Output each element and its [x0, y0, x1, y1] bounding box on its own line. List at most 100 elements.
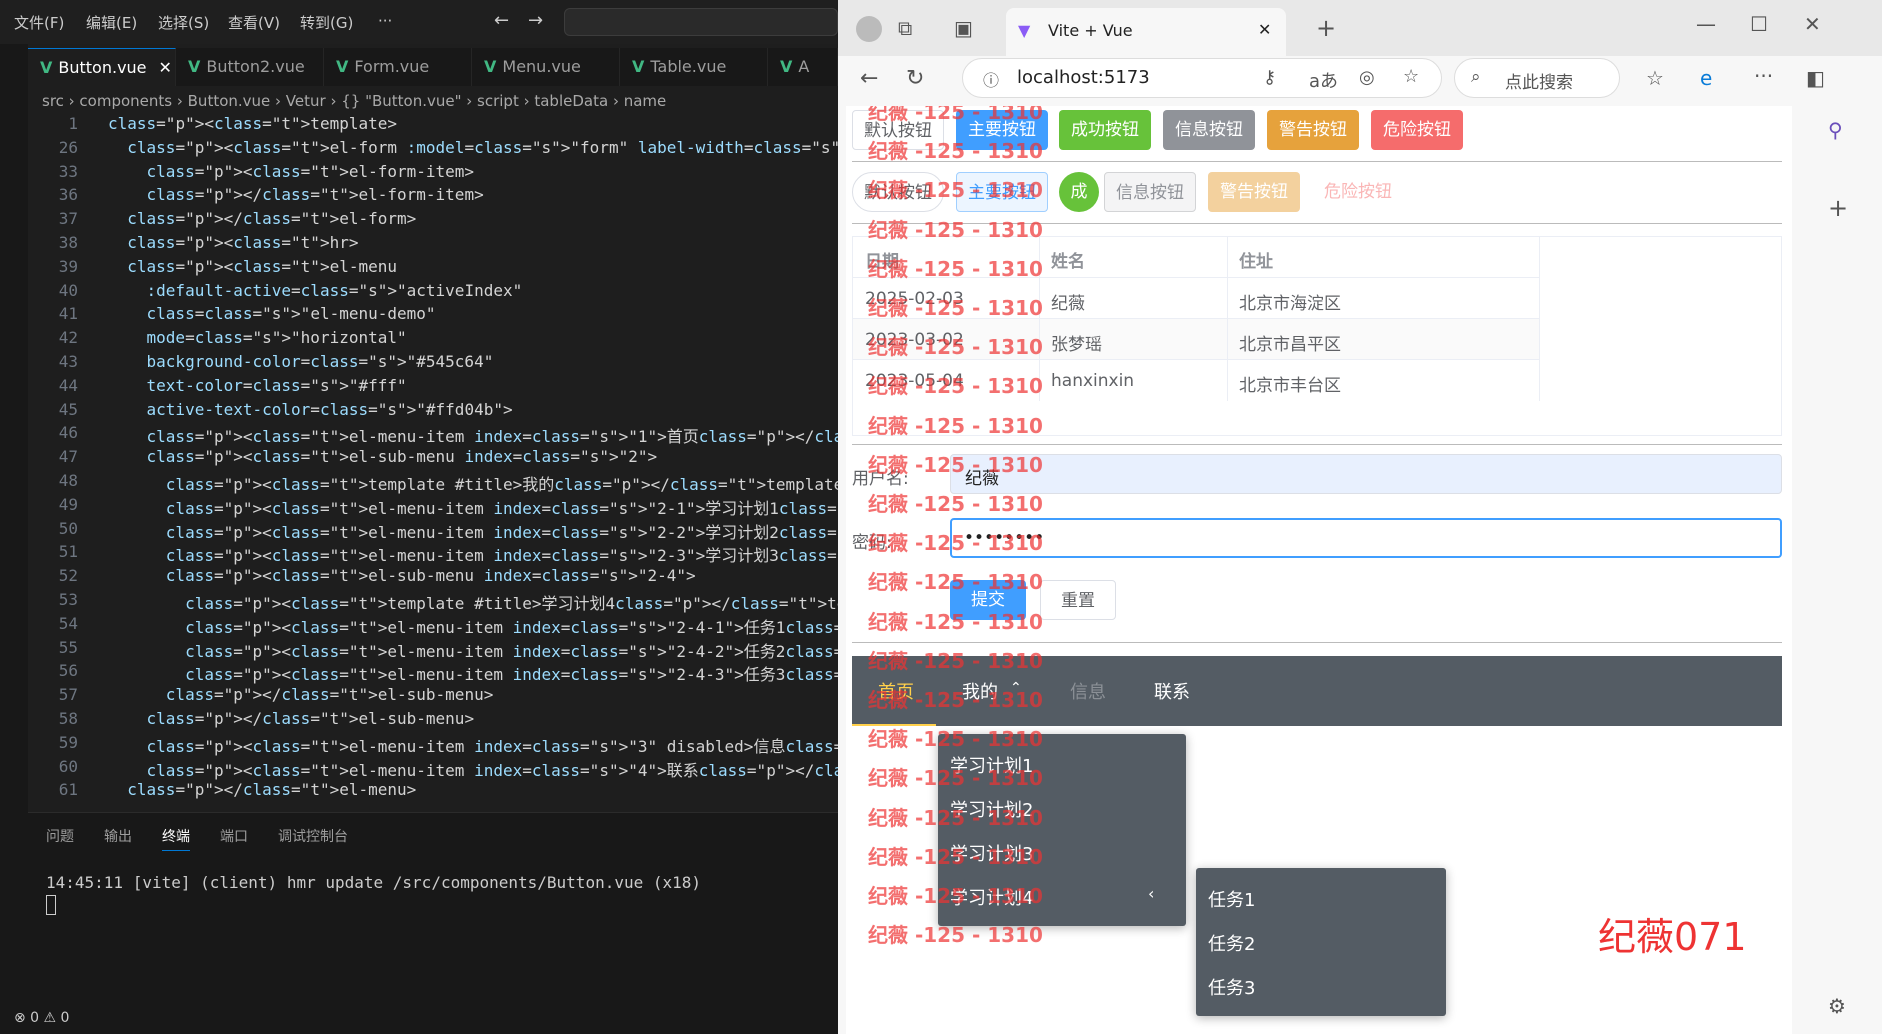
reset-button[interactable]: 重置 [1040, 580, 1116, 620]
favorite-icon[interactable]: ☆ [1403, 66, 1419, 87]
line-number: 42 [58, 328, 78, 348]
bottom-panel: 问题 输出 终端 端口 调试控制台 14:45:11 [vite] (clien… [28, 812, 838, 1002]
avatar[interactable] [856, 16, 882, 42]
tab-more[interactable]: VA [768, 48, 838, 86]
code-line: class="p"></class="t">el-menu> [127, 780, 417, 800]
maximize-icon[interactable]: ☐ [1750, 12, 1768, 36]
status-bar[interactable]: ⊗ 0 ⚠ 0 [0, 1002, 838, 1034]
menu-goto[interactable]: 转到(G) [300, 12, 353, 33]
username-input[interactable]: 纪薇 [950, 454, 1782, 494]
info-icon[interactable]: ⓘ [983, 67, 999, 91]
code-line: class="p"><class="t">el-menu-item index=… [165, 498, 838, 518]
line-number: 50 [58, 518, 78, 538]
watermark-text: 纪薇 -125 - 1310 [868, 766, 1043, 791]
line-number: 39 [58, 256, 78, 276]
favorites-icon[interactable]: ☆ [1646, 66, 1664, 90]
task-item[interactable]: 任务3 [1208, 974, 1255, 1000]
key-icon[interactable]: ⚷ [1263, 67, 1276, 88]
browser-essentials-icon[interactable]: ◎ [1359, 67, 1375, 88]
menu-bar: 文件(F) 编辑(E) 选择(S) 查看(V) 转到(G) ··· ← → [0, 0, 838, 44]
activity-bar [0, 44, 28, 1002]
workspaces-icon[interactable]: ⧉ [898, 16, 912, 40]
add-icon[interactable]: + [1828, 194, 1848, 222]
menu-file[interactable]: 文件(F) [14, 12, 64, 33]
more-icon[interactable]: ··· [1754, 64, 1773, 88]
terminal-line: 14:45:11 [vite] (client) hmr update /src… [46, 873, 702, 892]
command-center[interactable] [564, 8, 838, 36]
close-icon[interactable]: ✕ [159, 58, 172, 77]
panel-tab-ports[interactable]: 端口 [220, 826, 248, 846]
variant-button-6[interactable]: 危险按钮 [1312, 172, 1404, 212]
watermark-text: 纪薇 -125 - 1310 [868, 805, 1043, 830]
line-number: 55 [58, 637, 78, 657]
line-number: 49 [58, 494, 78, 514]
tab-button-vue[interactable]: V Button.vue ✕ [28, 48, 176, 86]
tab-button2-vue[interactable]: V Button2.vue [176, 48, 324, 86]
refresh-icon[interactable]: ↻ [906, 66, 924, 91]
menu-select[interactable]: 选择(S) [158, 12, 209, 33]
menu-edit[interactable]: 编辑(E) [86, 12, 137, 33]
button-4[interactable]: 信息按钮 [1163, 110, 1255, 150]
search-icon[interactable]: ⚲ [1828, 118, 1843, 142]
variant-button-3[interactable]: 成 [1059, 172, 1099, 212]
breadcrumb[interactable]: src › components › Button.vue › Vetur › … [28, 90, 838, 112]
back-icon[interactable]: ← [860, 66, 878, 91]
minimize-icon[interactable]: — [1696, 12, 1716, 36]
menu-view[interactable]: 查看(V) [228, 12, 280, 33]
panel-tab-output[interactable]: 输出 [104, 826, 132, 846]
task-item[interactable]: 任务2 [1208, 930, 1255, 956]
vue-icon: V [40, 58, 53, 77]
tab-label: Form.vue [354, 57, 430, 76]
panel-tab-problems[interactable]: 问题 [46, 826, 74, 846]
close-tab-icon[interactable]: ✕ [1258, 20, 1271, 39]
close-window-icon[interactable]: ✕ [1804, 12, 1821, 36]
tab-actions-icon[interactable]: ▣ [954, 16, 973, 40]
button-6[interactable]: 危险按钮 [1371, 110, 1463, 150]
password-input[interactable]: •••••••• [950, 518, 1782, 558]
line-number: 33 [58, 161, 78, 181]
sidebar-toggle-icon[interactable]: ◧ [1806, 66, 1825, 90]
code-editor[interactable]: 1 class="p"><class="t">template> 26 class=… [28, 114, 838, 814]
vue-icon: V [632, 57, 645, 76]
edge-icon[interactable]: e [1700, 66, 1712, 90]
forward-arrow-icon[interactable]: → [528, 10, 543, 31]
panel-tab-terminal[interactable]: 终端 [162, 826, 190, 851]
table-cell: hanxinxin [1051, 371, 1135, 391]
tab-table-vue[interactable]: V Table.vue [620, 48, 768, 86]
settings-icon[interactable]: ⚙ [1828, 994, 1846, 1018]
watermark-text: 纪薇 -125 - 1310 [868, 884, 1043, 908]
table-cell: 张梦瑶 [1051, 335, 1102, 355]
signature-text: 纪薇071 [1598, 915, 1747, 959]
column-divider [1227, 237, 1228, 401]
code-line: class="p"></class="t">el-sub-menu> [165, 685, 494, 705]
search-box[interactable]: ⌕ 点此搜索 [1454, 58, 1620, 98]
nested-submenu-dropdown: 任务1 任务2 任务3 [1196, 868, 1446, 1016]
read-aloud-icon[interactable]: aあ [1309, 67, 1338, 93]
tab-menu-vue[interactable]: V Menu.vue [472, 48, 620, 86]
code-line: class="p"><class="t">el-menu-item index=… [146, 736, 838, 756]
button-5[interactable]: 警告按钮 [1267, 110, 1359, 150]
variant-button-4[interactable]: 信息按钮 [1104, 172, 1196, 212]
back-arrow-icon[interactable]: ← [494, 10, 509, 31]
line-number: 41 [58, 304, 78, 324]
new-tab-icon[interactable]: + [1316, 14, 1336, 42]
menu-item-contact[interactable]: 联系 [1154, 678, 1190, 704]
line-number: 57 [58, 685, 78, 705]
tab-form-vue[interactable]: V Form.vue [324, 48, 472, 86]
address-bar[interactable]: ⓘ localhost:5173 ⚷ aあ ◎ ☆ [962, 58, 1442, 98]
code-line: class="p"><class="t">el-form :model=clas… [127, 137, 838, 157]
browser-tab[interactable]: ▼ Vite + Vue ✕ [1006, 8, 1286, 56]
variant-button-5[interactable]: 警告按钮 [1208, 172, 1300, 212]
chevron-left-icon: ‹ [1148, 884, 1155, 903]
terminal-output[interactable]: 14:45:11 [vite] (client) hmr update /src… [46, 873, 701, 892]
menu-more[interactable]: ··· [378, 12, 392, 30]
panel-tab-debug-console[interactable]: 调试控制台 [278, 826, 348, 846]
button-3[interactable]: 成功按钮 [1059, 110, 1151, 150]
watermark-text: 纪薇 -125 - 1310 [868, 256, 1043, 281]
vue-icon: V [336, 57, 349, 76]
task-item[interactable]: 任务1 [1208, 886, 1255, 912]
code-line: class="p"><class="t">el-form-item> [146, 161, 475, 181]
line-number: 36 [58, 185, 78, 205]
vite-icon: ▼ [1018, 21, 1031, 40]
line-number: 59 [58, 732, 78, 752]
